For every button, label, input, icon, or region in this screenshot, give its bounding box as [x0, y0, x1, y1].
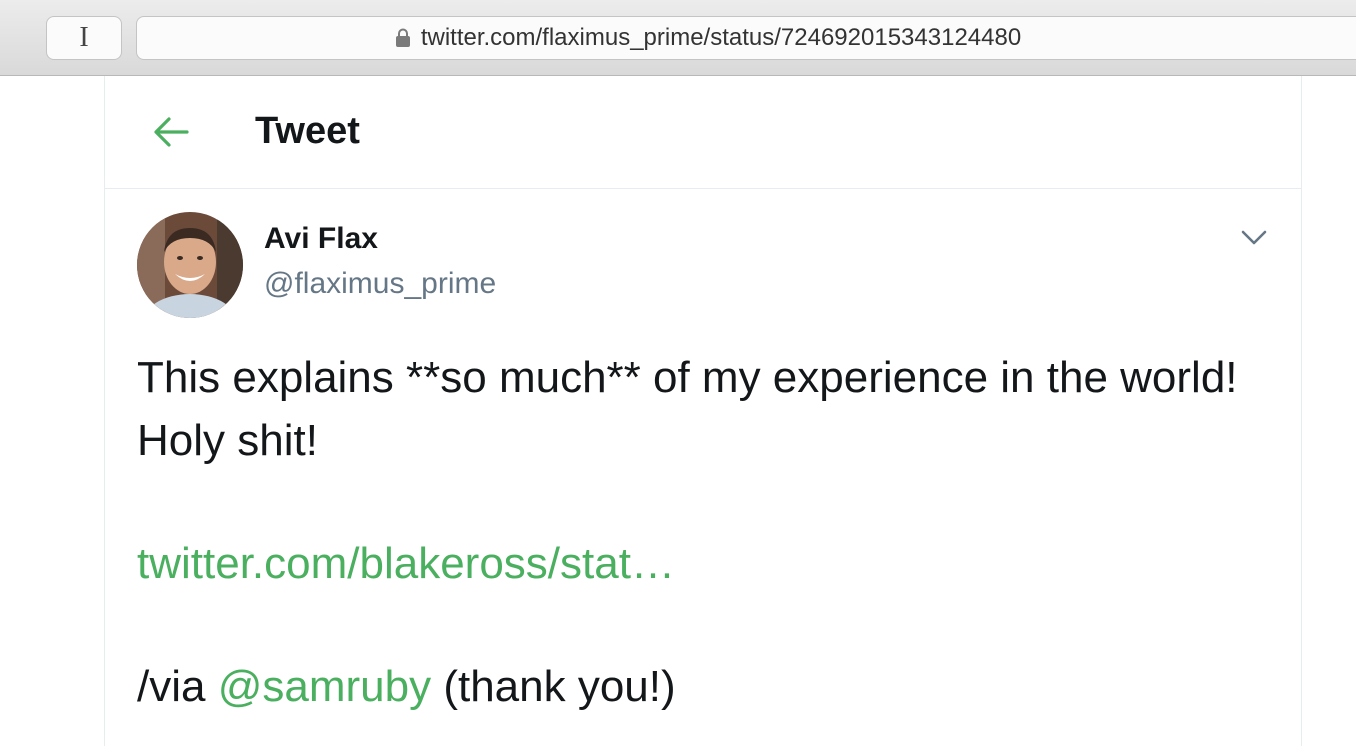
- primary-column: Tweet Avi Flax @flaximus_prime This expl…: [104, 76, 1302, 746]
- page-title: Tweet: [255, 110, 360, 152]
- chevron-down-icon[interactable]: [1237, 226, 1271, 248]
- address-content: twitter.com/flaximus_prime/status/724692…: [395, 24, 1021, 52]
- avatar-image: [137, 212, 243, 318]
- page-header: Tweet: [105, 76, 1301, 189]
- author-name[interactable]: Avi Flax: [264, 222, 378, 256]
- reader-mode-button[interactable]: I: [46, 16, 122, 60]
- via-line: /via @samruby (thank you!): [137, 655, 1257, 718]
- mention-link[interactable]: @samruby: [218, 662, 431, 711]
- tweet-link[interactable]: twitter.com/blakeross/stat…: [137, 539, 675, 588]
- via-prefix: /via: [137, 662, 218, 711]
- page: Tweet Avi Flax @flaximus_prime This expl…: [0, 76, 1356, 746]
- back-arrow-icon[interactable]: [149, 110, 193, 154]
- browser-toolbar: I twitter.com/flaximus_prime/status/7246…: [0, 0, 1356, 76]
- avatar[interactable]: [137, 212, 243, 318]
- tweet-body-text: This explains **so much** of my experien…: [137, 353, 1238, 465]
- via-suffix: (thank you!): [431, 662, 676, 711]
- url-text: twitter.com/flaximus_prime/status/724692…: [420, 24, 1022, 51]
- tweet-text: This explains **so much** of my experien…: [137, 346, 1257, 718]
- lock-icon: [395, 28, 410, 47]
- address-bar[interactable]: twitter.com/flaximus_prime/status/724692…: [136, 16, 1356, 60]
- author-handle[interactable]: @flaximus_prime: [264, 267, 496, 301]
